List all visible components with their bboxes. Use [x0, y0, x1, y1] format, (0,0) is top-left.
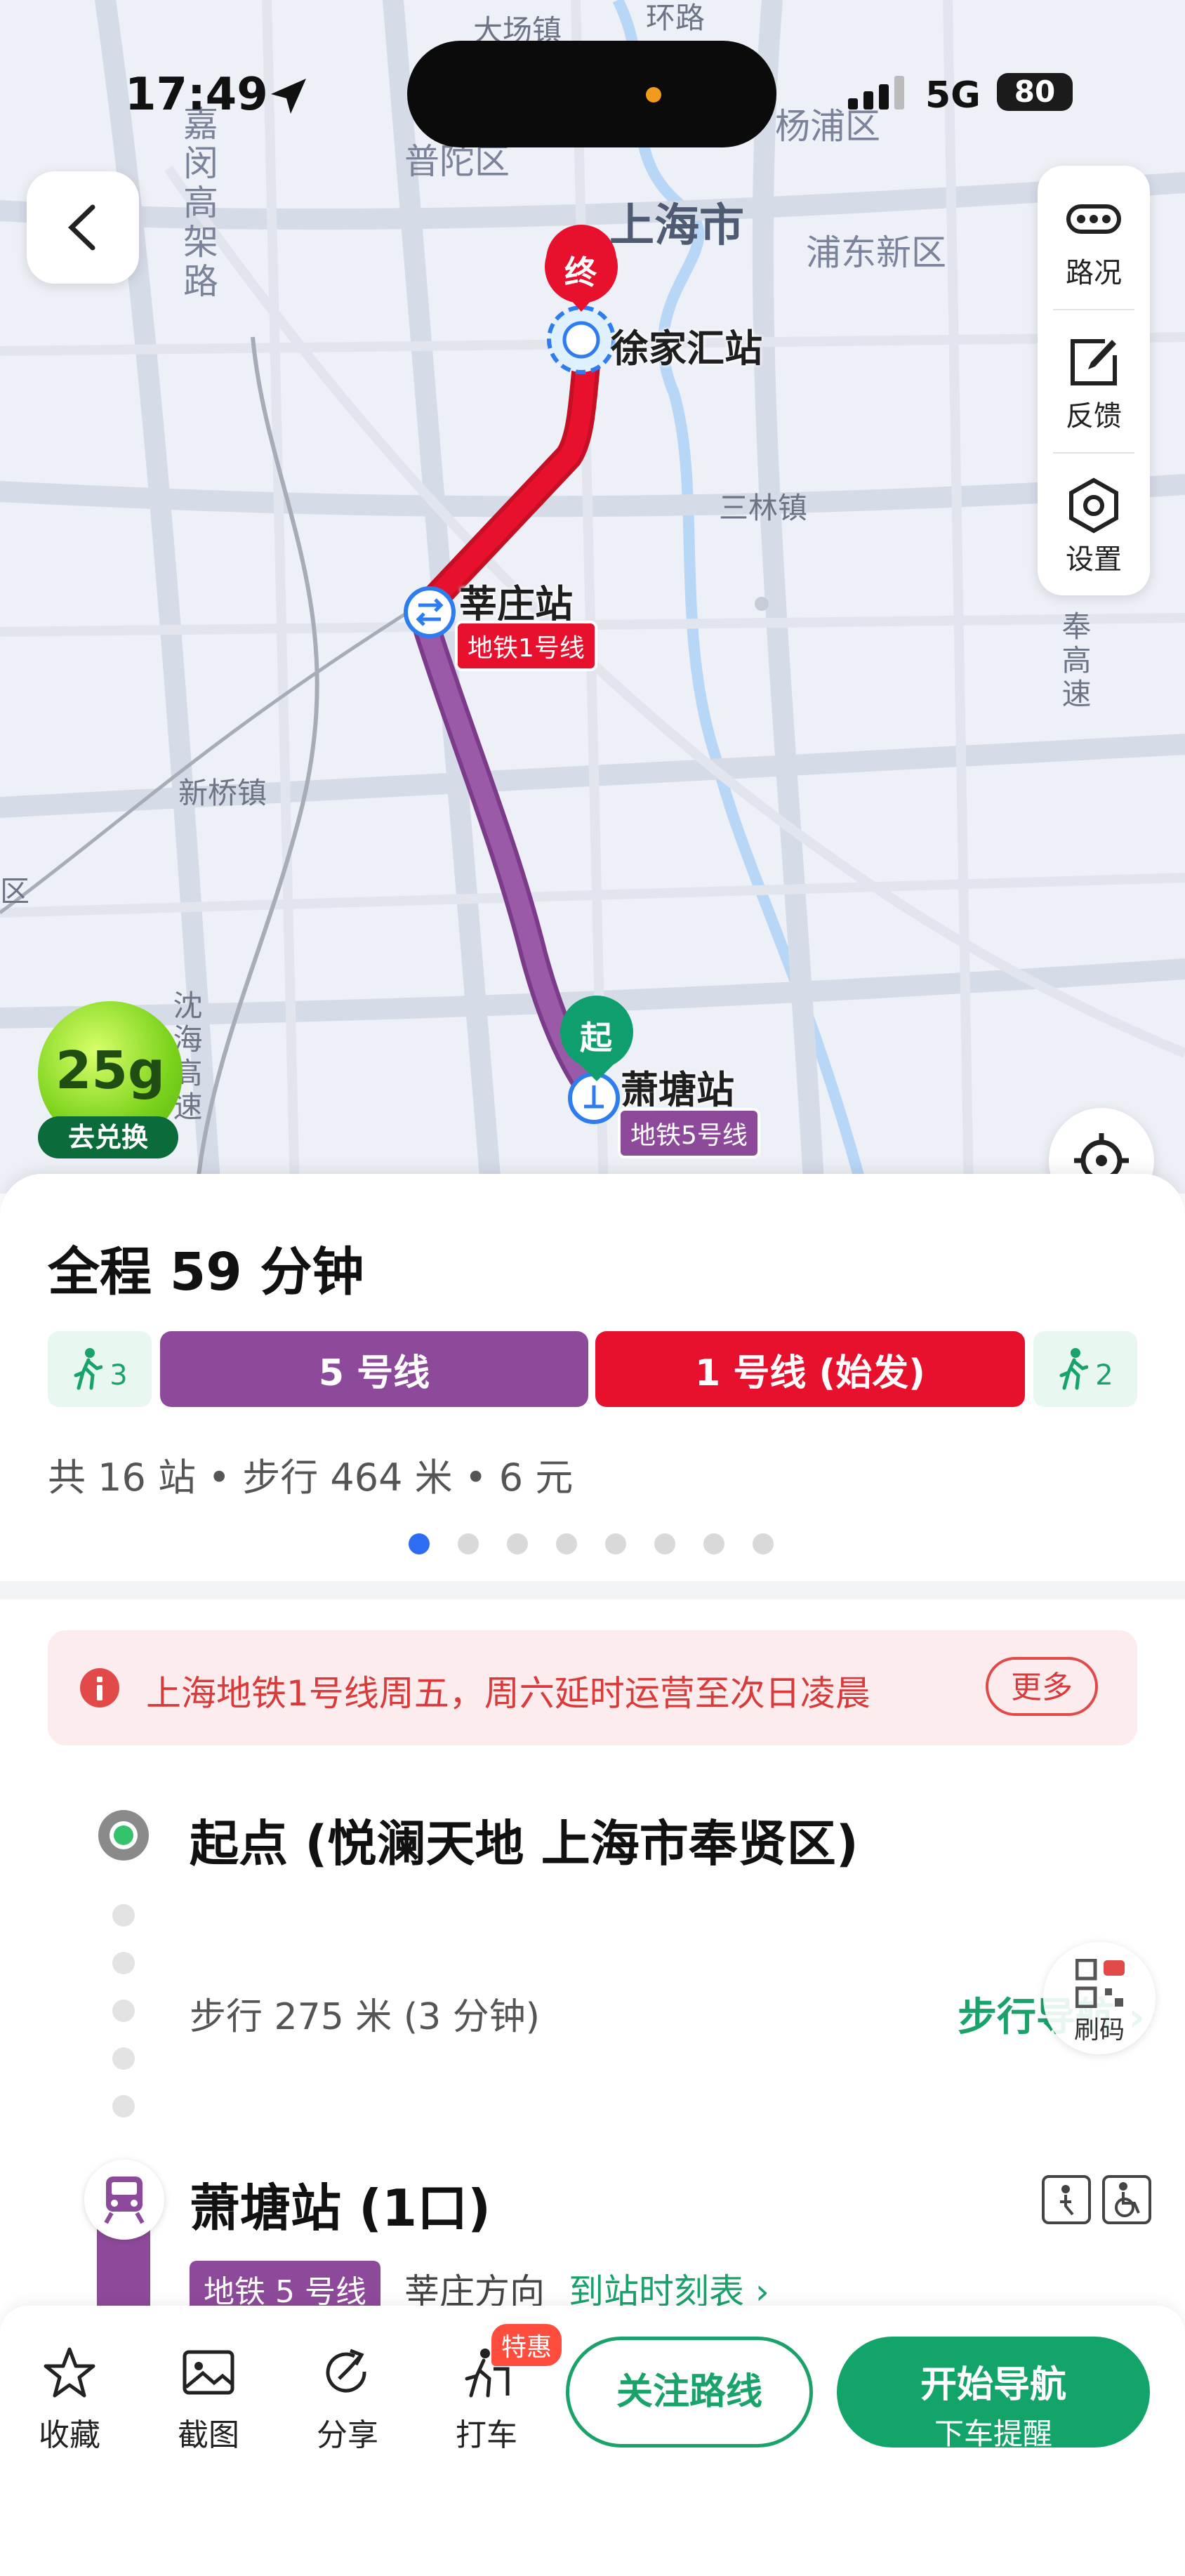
alight-reminder-label: 下车提醒 — [934, 2417, 1052, 2451]
pager-dot[interactable] — [605, 1533, 626, 1554]
back-button[interactable] — [27, 171, 139, 284]
feedback-icon — [1071, 339, 1117, 385]
tool-feedback[interactable]: 反馈 — [1038, 309, 1150, 452]
location-arrow-icon — [271, 79, 306, 114]
tool-settings[interactable]: 设置 — [1038, 452, 1150, 595]
segment-walk-start[interactable]: 3 — [48, 1331, 152, 1407]
line-5-rail-bar — [97, 2227, 150, 2311]
favorite-button[interactable]: 收藏 — [17, 2344, 122, 2455]
station-label-end[interactable]: 徐家汇站 — [611, 317, 762, 373]
taxi-promo-badge: 特惠 — [491, 2324, 562, 2366]
transfer-icon — [404, 586, 456, 638]
end-badge: 终 — [564, 253, 597, 291]
start-badge: 起 — [580, 1019, 612, 1057]
battery-level: 80 — [997, 73, 1073, 111]
service-alert[interactable]: 上海地铁1号线周五，周六延时运营至次日凌晨 更多 — [48, 1630, 1137, 1745]
favorite-label: 收藏 — [39, 2417, 100, 2453]
map-label-qu: 区 — [0, 874, 30, 909]
map-label-feng: 奉高速 — [1057, 611, 1092, 712]
station-label-start[interactable]: 萧塘站 — [621, 1059, 734, 1114]
tool-feedback-label: 反馈 — [1066, 400, 1122, 432]
share-label: 分享 — [317, 2417, 378, 2453]
total-duration: 全程 59 分钟 — [48, 1242, 364, 1302]
map-label-sanlin: 三林镇 — [719, 491, 808, 525]
section-divider — [0, 1581, 1185, 1599]
metro-icon — [84, 2160, 164, 2240]
signal-icon — [848, 76, 904, 110]
tag-line-1: 地铁1号线 — [455, 621, 597, 671]
start-navigation-button[interactable]: 开始导航 下车提醒 — [837, 2337, 1150, 2451]
map-label-jiamin: 嘉闵高架路 — [178, 105, 218, 302]
qr-pay-label: 刷码 — [1073, 2016, 1125, 2045]
walk-icon — [1059, 1348, 1089, 1390]
pager-dot[interactable] — [409, 1533, 430, 1554]
walk-step-text: 步行 275 米 (3 分钟) — [190, 1996, 541, 2038]
pager-dot[interactable] — [458, 1533, 479, 1554]
pager-dot[interactable] — [507, 1533, 528, 1554]
traffic-icon — [1066, 204, 1121, 234]
dynamic-island — [407, 41, 776, 147]
tool-traffic-label: 路况 — [1066, 257, 1122, 289]
segment-line-5[interactable]: 5 号线 — [160, 1331, 588, 1407]
share-button[interactable]: 分享 — [295, 2344, 400, 2455]
walk-icon — [74, 1348, 103, 1390]
follow-route-button[interactable]: 关注路线 — [566, 2337, 813, 2448]
wheelchair-icon — [1102, 2175, 1151, 2224]
map-label-pudong: 浦东新区 — [806, 232, 946, 273]
pager-dot[interactable] — [753, 1533, 774, 1554]
map-label-huanlu: 环路 — [646, 1, 706, 35]
qr-pay-button[interactable]: 刷码 — [1043, 1942, 1156, 2054]
map-label-shanghai: 上海市 — [609, 200, 744, 252]
elevator-icon — [1042, 2175, 1091, 2224]
taxi-label: 打车 — [456, 2417, 517, 2453]
alert-text: 上海地铁1号线周五，周六延时运营至次日凌晨 — [146, 1673, 870, 1714]
pager-dot[interactable] — [556, 1533, 577, 1554]
route-map[interactable]: 大场镇 环路 杨浦区 普陀区 上海市 浦东新区 嘉闵高架路 三林镇 新桥镇 奉高… — [0, 0, 1185, 1194]
bottom-action-bar: 收藏 截图 分享 打车 特惠 关注路线 开始导航 下车提醒 — [0, 2306, 1185, 2576]
tool-traffic[interactable]: 路况 — [1038, 166, 1150, 309]
chevron-left-icon — [67, 204, 95, 251]
settings-icon — [1069, 477, 1118, 534]
status-time: 17:49 — [125, 69, 268, 121]
origin-title[interactable]: 起点 (悦澜天地 上海市奉贤区) — [190, 1804, 859, 1875]
credits-value: 25g — [55, 1041, 165, 1101]
credits-redeem-button[interactable]: 去兑换 — [38, 1116, 178, 1158]
image-icon — [183, 2350, 234, 2395]
tool-settings-label: 设置 — [1066, 543, 1122, 576]
pager-dot[interactable] — [654, 1533, 675, 1554]
screenshot-button[interactable]: 截图 — [156, 2344, 261, 2455]
walk-start-count: 3 — [110, 1359, 128, 1392]
route-pager[interactable] — [409, 1533, 774, 1554]
segment-line-1[interactable]: 1 号线 (始发) — [595, 1331, 1025, 1407]
screenshot-label: 截图 — [178, 2417, 239, 2453]
route-summary: 共 16 站 • 步行 464 米 • 6 元 — [48, 1455, 574, 1500]
origin-dot — [98, 1810, 149, 1861]
tag-line-5: 地铁5号线 — [618, 1108, 760, 1158]
map-label-xinqiao: 新桥镇 — [178, 776, 267, 810]
boarding-station[interactable]: 萧塘站 (1口) — [190, 2167, 491, 2240]
info-icon — [80, 1668, 119, 1708]
star-icon — [44, 2347, 95, 2398]
pager-dot[interactable] — [703, 1533, 724, 1554]
qr-code-icon — [1075, 1959, 1125, 2008]
network-type: 5G — [925, 74, 981, 117]
alert-more-button[interactable]: 更多 — [986, 1657, 1098, 1716]
map-tools-panel: 路况 反馈 设置 — [1038, 166, 1150, 595]
segment-walk-end[interactable]: 2 — [1033, 1331, 1137, 1407]
start-navigation-label: 开始导航 — [920, 2364, 1066, 2406]
share-icon — [326, 2349, 366, 2393]
green-credits-widget[interactable]: 25g 去兑换 — [34, 1001, 187, 1163]
walk-end-count: 2 — [1095, 1359, 1113, 1392]
